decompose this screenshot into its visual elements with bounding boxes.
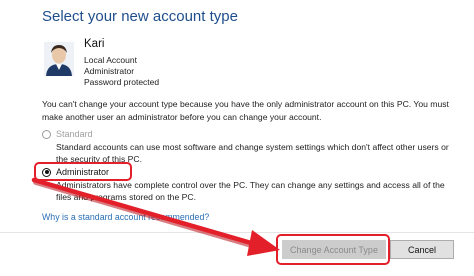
cancel-button[interactable]: Cancel [390, 240, 454, 259]
change-account-type-button[interactable]: Change Account Type [282, 240, 386, 259]
red-arrow-annotation [31, 177, 280, 256]
